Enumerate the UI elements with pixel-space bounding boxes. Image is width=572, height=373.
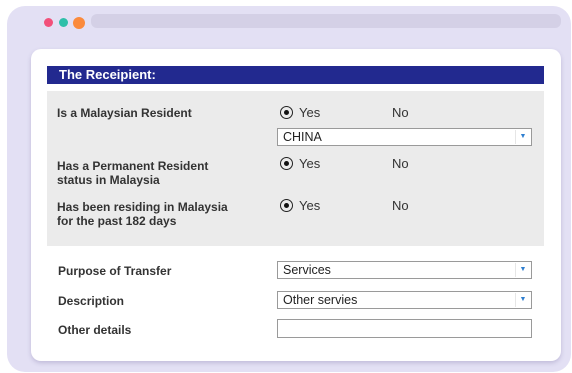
description-label: Description (58, 294, 125, 308)
purpose-label: Purpose of Transfer (58, 264, 172, 278)
residing-182-yes-radio[interactable] (280, 199, 293, 212)
purpose-select[interactable]: Services ▼ (277, 261, 532, 279)
malaysian-resident-label: Is a Malaysian Resident (57, 106, 192, 120)
section-title: The Receipient: (47, 66, 544, 84)
country-select[interactable]: CHINA ▼ (277, 128, 532, 146)
purpose-select-value: Services (283, 263, 331, 277)
permanent-resident-label: Has a Permanent Resident status in Malay… (57, 159, 209, 187)
other-details-input[interactable] (277, 319, 532, 338)
residency-panel: Is a Malaysian Resident Yes No CHINA ▼ H… (47, 91, 544, 246)
chevron-down-icon[interactable]: ▼ (515, 130, 530, 144)
description-select[interactable]: Other servies ▼ (277, 291, 532, 309)
close-window-dot[interactable] (44, 18, 53, 27)
permanent-resident-yes-label: Yes (299, 156, 321, 171)
description-select-value: Other servies (283, 293, 358, 307)
other-details-label: Other details (58, 323, 132, 337)
browser-frame: The Receipient: Is a Malaysian Resident … (7, 6, 571, 372)
malaysian-resident-yes-radio[interactable] (280, 106, 293, 119)
minimize-window-dot[interactable] (59, 18, 68, 27)
residing-182-no-label[interactable]: No (392, 199, 409, 213)
malaysian-resident-yes-label: Yes (299, 105, 321, 120)
maximize-window-dot[interactable] (73, 17, 85, 29)
address-bar[interactable] (91, 14, 561, 28)
chevron-down-icon[interactable]: ▼ (515, 293, 530, 307)
window-titlebar (7, 6, 571, 42)
permanent-resident-no-label[interactable]: No (392, 157, 409, 171)
permanent-resident-yes-radio[interactable] (280, 157, 293, 170)
residing-182-yes-label: Yes (299, 198, 321, 213)
residing-182-label: Has been residing in Malaysia for the pa… (57, 200, 228, 228)
chevron-down-icon[interactable]: ▼ (515, 263, 530, 277)
country-select-value: CHINA (283, 130, 322, 144)
recipient-form-card: The Receipient: Is a Malaysian Resident … (31, 49, 561, 361)
malaysian-resident-no-label[interactable]: No (392, 106, 409, 120)
